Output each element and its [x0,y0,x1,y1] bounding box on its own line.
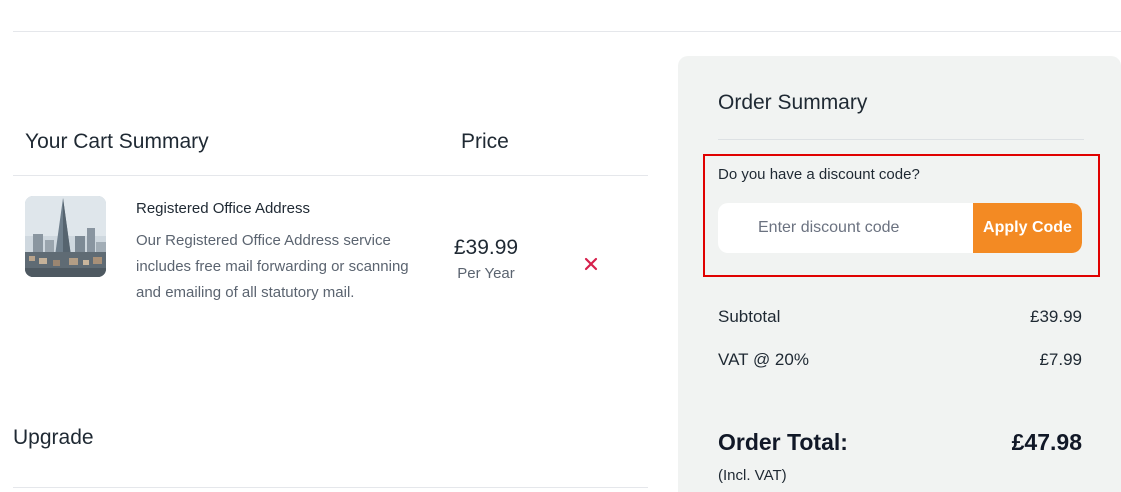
order-summary-title: Order Summary [718,91,868,114]
order-total-value: £47.98 [1011,429,1082,455]
city-skyline-image [25,196,106,277]
subtotal-label: Subtotal [718,307,781,326]
upgrade-divider [13,487,648,488]
discount-code-input[interactable] [718,203,973,253]
order-summary-divider [718,139,1084,140]
discount-field-group: Apply Code [718,203,1082,253]
discount-question: Do you have a discount code? [718,166,920,183]
apply-code-button[interactable]: Apply Code [973,203,1082,253]
cart-item-description: Our Registered Office Address service in… [136,232,409,301]
subtotal-value: £39.99 [1030,307,1082,326]
cart-heading: Your Cart Summary [25,130,209,153]
cart-item-title: Registered Office Address [136,200,310,217]
order-total-note: (Incl. VAT) [718,467,787,484]
vat-value: £7.99 [1039,350,1082,369]
order-total-label: Order Total: [718,429,848,455]
product-thumbnail [25,196,106,277]
vat-label: VAT @ 20% [718,350,809,369]
remove-item-button[interactable] [580,253,602,275]
cart-item-price: £39.99 [453,236,519,259]
cart-item-period: Per Year [457,265,515,282]
price-column-heading: Price [461,130,509,153]
top-divider [13,31,1121,32]
upgrade-heading: Upgrade [13,426,94,449]
close-icon [584,257,598,271]
cart-header-divider [13,175,648,176]
